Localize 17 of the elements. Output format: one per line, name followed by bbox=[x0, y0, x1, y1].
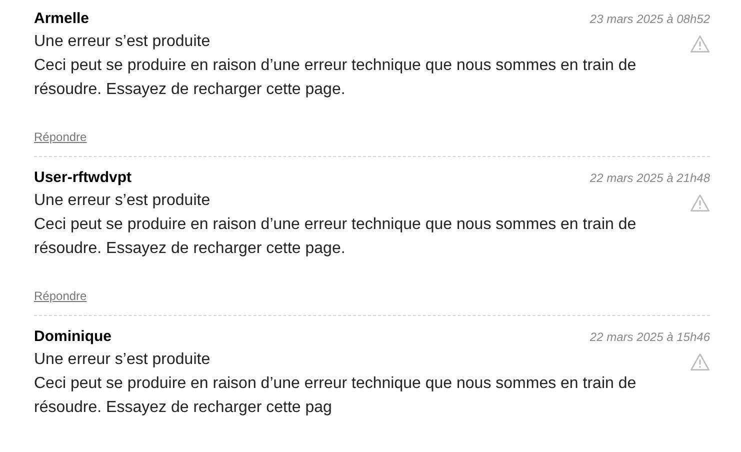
warning-icon[interactable] bbox=[690, 353, 710, 371]
comment-title: Une erreur s’est produite bbox=[34, 192, 210, 210]
comment-date: 22 mars 2025 à 21h48 bbox=[590, 171, 710, 185]
comment-text: Ceci peut se produire en raison d’une erreur technique que nous sommes en train de résoudre. Essayez de recharger cette page. bbox=[34, 215, 638, 259]
comment-title: Une erreur s’est produite bbox=[34, 33, 210, 51]
warning-icon[interactable] bbox=[690, 35, 710, 53]
comment-author: User-rftwdvpt bbox=[34, 169, 132, 186]
comment-title: Une erreur s’est produite bbox=[34, 351, 210, 369]
comment-date: 22 mars 2025 à 15h46 bbox=[590, 330, 710, 344]
warning-icon[interactable] bbox=[690, 194, 710, 212]
comment-author: Dominique bbox=[34, 328, 112, 345]
comment-author: Armelle bbox=[34, 10, 90, 27]
reply-link[interactable]: Répondre bbox=[34, 130, 87, 144]
reply-link[interactable]: Répondre bbox=[34, 289, 87, 303]
comment-date: 23 mars 2025 à 08h52 bbox=[590, 12, 710, 26]
comment-text: Ceci peut se produire en raison d’une erreur technique que nous sommes en train de résoudre. Essayez de recharger cette page. bbox=[34, 56, 638, 100]
comment-text: Ceci peut se produire en raison d’une erreur technique que nous sommes en train de résoudre. Essayez de recharger cette pag bbox=[34, 374, 638, 418]
